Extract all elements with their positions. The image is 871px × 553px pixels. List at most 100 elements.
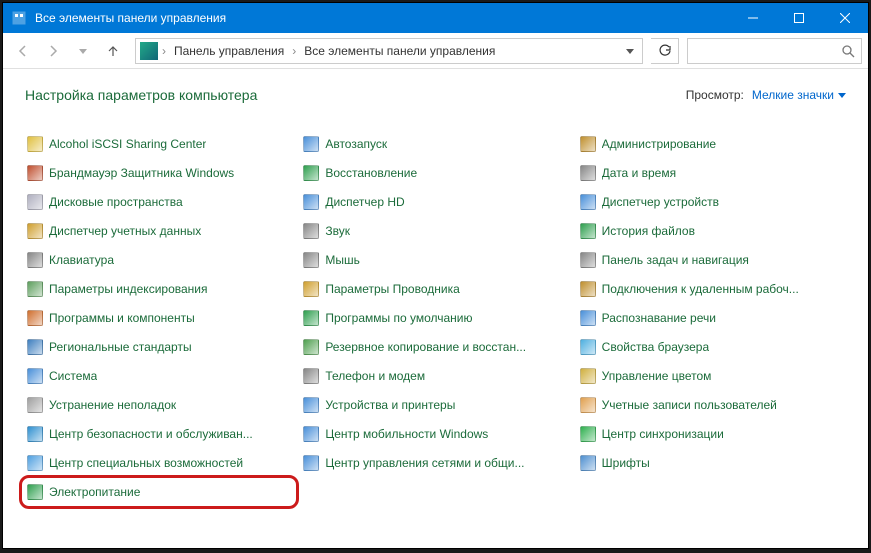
cpl-item-управление-цветом[interactable]: Управление цветом <box>578 365 828 387</box>
cpl-item-центр-безопасности-и-обслуживан[interactable]: Центр безопасности и обслуживан... <box>25 423 275 445</box>
cpl-item-параметры-проводника[interactable]: Параметры Проводника <box>301 278 551 300</box>
cpl-item-резервное-копирование-и-восстан[interactable]: Резервное копирование и восстан... <box>301 336 551 358</box>
cpl-item-дата-и-время[interactable]: Дата и время <box>578 162 828 184</box>
cpl-item-шрифты[interactable]: Шрифты <box>578 452 828 474</box>
cpl-item-label: Параметры Проводника <box>325 282 459 296</box>
cpl-item-телефон-и-модем[interactable]: Телефон и модем <box>301 365 551 387</box>
minimize-button[interactable] <box>730 3 776 33</box>
content-area: Настройка параметров компьютера Просмотр… <box>3 69 868 548</box>
cpl-item-подключения-к-удаленным-рабоч[interactable]: Подключения к удаленным рабоч... <box>578 278 828 300</box>
cpl-item-автозапуск[interactable]: Автозапуск <box>301 133 551 155</box>
cpl-item-панель-задач-и-навигация[interactable]: Панель задач и навигация <box>578 249 828 271</box>
maximize-button[interactable] <box>776 3 822 33</box>
cpl-item-label: Брандмауэр Защитника Windows <box>49 166 234 180</box>
cpl-icon <box>580 252 596 268</box>
cpl-item-администрирование[interactable]: Администрирование <box>578 133 828 155</box>
forward-button[interactable] <box>39 37 67 65</box>
cpl-item-label: Администрирование <box>602 137 716 151</box>
cpl-item-label: Центр безопасности и обслуживан... <box>49 427 253 441</box>
cpl-item-label: Программы и компоненты <box>49 311 195 325</box>
cpl-item-устранение-неполадок[interactable]: Устранение неполадок <box>25 394 275 416</box>
search-input[interactable] <box>687 38 862 64</box>
cpl-item-дисковые-пространства[interactable]: Дисковые пространства <box>25 191 275 213</box>
cpl-item-учетные-записи-пользователей[interactable]: Учетные записи пользователей <box>578 394 828 416</box>
cpl-item-центр-синхронизации[interactable]: Центр синхронизации <box>578 423 828 445</box>
back-button[interactable] <box>9 37 37 65</box>
breadcrumb-root[interactable]: Панель управления <box>170 42 288 60</box>
search-icon <box>841 44 855 58</box>
cpl-item-диспетчер-устройств[interactable]: Диспетчер устройств <box>578 191 828 213</box>
cpl-item-центр-мобильности-windows[interactable]: Центр мобильности Windows <box>301 423 551 445</box>
window-title: Все элементы панели управления <box>35 11 730 25</box>
page-heading: Настройка параметров компьютера <box>25 87 257 103</box>
cpl-item-история-файлов[interactable]: История файлов <box>578 220 828 242</box>
cpl-item-label: Шрифты <box>602 456 650 470</box>
cpl-item-label: Мышь <box>325 253 360 267</box>
cpl-item-центр-специальных-возможностей[interactable]: Центр специальных возможностей <box>25 452 275 474</box>
cpl-icon <box>303 368 319 384</box>
cpl-item-звук[interactable]: Звук <box>301 220 551 242</box>
cpl-item-брандмауэр-защитника-windows[interactable]: Брандмауэр Защитника Windows <box>25 162 275 184</box>
cpl-item-центр-управления-сетями-и-общи[interactable]: Центр управления сетями и общи... <box>301 452 551 474</box>
cpl-item-распознавание-речи[interactable]: Распознавание речи <box>578 307 828 329</box>
cpl-item-региональные-стандарты[interactable]: Региональные стандарты <box>25 336 275 358</box>
close-button[interactable] <box>822 3 868 33</box>
cpl-icon <box>580 339 596 355</box>
cpl-item-свойства-браузера[interactable]: Свойства браузера <box>578 336 828 358</box>
cpl-icon <box>580 426 596 442</box>
cpl-item-label: Устранение неполадок <box>49 398 176 412</box>
cpl-item-устройства-и-принтеры[interactable]: Устройства и принтеры <box>301 394 551 416</box>
cpl-item-программы-и-компоненты[interactable]: Программы и компоненты <box>25 307 275 329</box>
cpl-item-label: Управление цветом <box>602 369 712 383</box>
items-grid: Alcohol iSCSI Sharing Center Автозапуск Ад… <box>25 133 846 503</box>
view-mode-dropdown[interactable]: Мелкие значки <box>752 88 846 102</box>
cpl-icon <box>303 281 319 297</box>
view-label: Просмотр: <box>686 88 744 102</box>
cpl-item-параметры-индексирования[interactable]: Параметры индексирования <box>25 278 275 300</box>
chevron-right-icon: › <box>162 44 166 58</box>
cpl-icon <box>580 165 596 181</box>
cpl-icon <box>27 426 43 442</box>
cpl-icon <box>27 455 43 471</box>
cpl-item-label: Диспетчер устройств <box>602 195 719 209</box>
cpl-item-label: Центр специальных возможностей <box>49 456 243 470</box>
control-panel-icon <box>140 42 158 60</box>
cpl-item-система[interactable]: Система <box>25 365 275 387</box>
up-button[interactable] <box>99 37 127 65</box>
cpl-icon <box>27 368 43 384</box>
chevron-down-icon <box>838 91 846 99</box>
cpl-item-label: Alcohol iSCSI Sharing Center <box>49 137 206 151</box>
refresh-button[interactable] <box>651 38 679 64</box>
breadcrumb-current[interactable]: Все элементы панели управления <box>300 42 499 60</box>
cpl-item-мышь[interactable]: Мышь <box>301 249 551 271</box>
cpl-icon <box>580 455 596 471</box>
cpl-icon <box>27 165 43 181</box>
cpl-item-label: Параметры индексирования <box>49 282 207 296</box>
cpl-icon <box>303 223 319 239</box>
cpl-icon <box>580 397 596 413</box>
cpl-icon <box>303 339 319 355</box>
navigation-toolbar: › Панель управления › Все элементы панел… <box>3 33 868 69</box>
cpl-item-восстановление[interactable]: Восстановление <box>301 162 551 184</box>
app-icon <box>11 10 27 26</box>
cpl-item-электропитание[interactable]: Электропитание <box>25 481 142 503</box>
cpl-item-label: Региональные стандарты <box>49 340 192 354</box>
control-panel-window: Все элементы панели управления › Панель … <box>2 2 869 549</box>
cpl-item-клавиатура[interactable]: Клавиатура <box>25 249 275 271</box>
cpl-item-диспетчер-hd[interactable]: Диспетчер HD <box>301 191 551 213</box>
cpl-icon <box>27 484 43 500</box>
recent-locations-button[interactable] <box>69 37 97 65</box>
cpl-item-диспетчер-учетных-данных[interactable]: Диспетчер учетных данных <box>25 220 275 242</box>
cpl-icon <box>580 223 596 239</box>
cpl-item-label: Резервное копирование и восстан... <box>325 340 526 354</box>
address-bar[interactable]: › Панель управления › Все элементы панел… <box>135 38 643 64</box>
highlight-callout: Электропитание <box>25 481 293 503</box>
cpl-item-программы-по-умолчанию[interactable]: Программы по умолчанию <box>301 307 551 329</box>
cpl-icon <box>303 252 319 268</box>
cpl-icon <box>303 426 319 442</box>
cpl-item-label: Диспетчер HD <box>325 195 404 209</box>
cpl-item-label: Электропитание <box>49 485 140 499</box>
cpl-item-label: Учетные записи пользователей <box>602 398 777 412</box>
cpl-item-alcohol-iscsi-sharing-center[interactable]: Alcohol iSCSI Sharing Center <box>25 133 275 155</box>
address-dropdown-button[interactable] <box>622 44 638 58</box>
